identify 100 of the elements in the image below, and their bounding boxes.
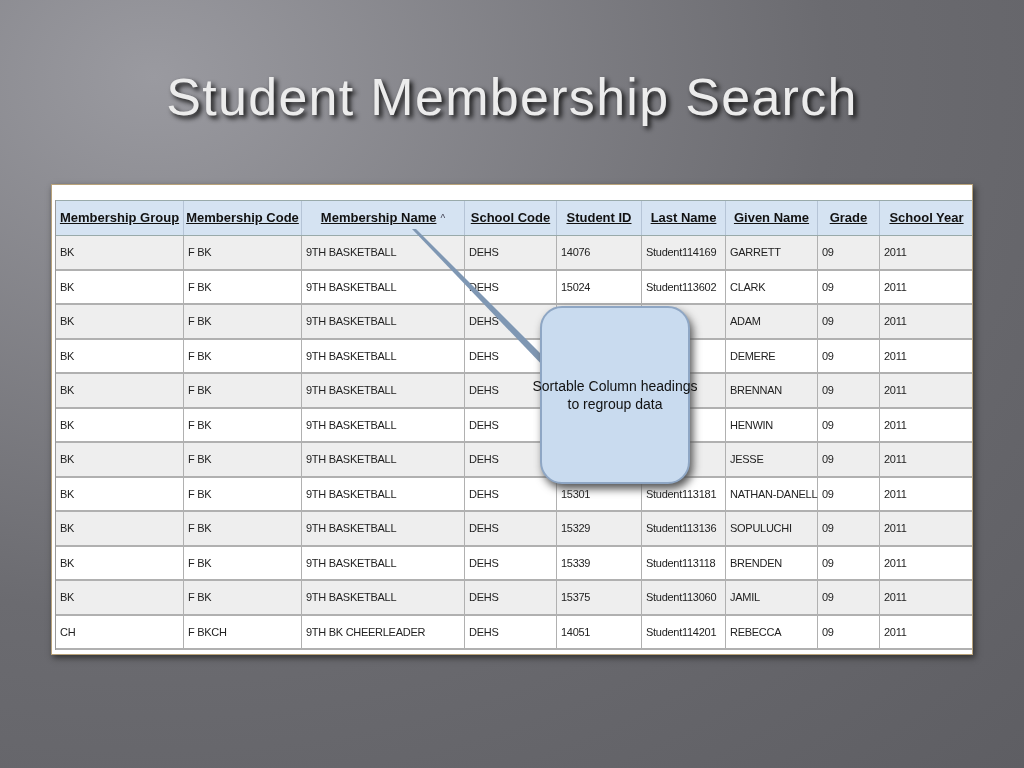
column-header-link[interactable]: Membership Code (186, 208, 299, 228)
table-cell-text: F BK (188, 555, 212, 571)
table-cell-text: BK (60, 452, 75, 467)
callout-text: to regroup data (567, 395, 663, 413)
table-cell-text: DEHS (469, 245, 499, 260)
table-cell-text: 09 (822, 279, 834, 295)
column-header-link[interactable]: Grade (829, 208, 868, 228)
table-cell-text: 9TH BASKETBALL (306, 452, 397, 467)
table-cell-text: DEHS (469, 521, 499, 536)
table-cell-text: 2011 (884, 486, 907, 502)
table-cell-text: BK (60, 555, 75, 571)
table-cell-text: BK (60, 417, 75, 433)
table-cell-text: HENWIN (730, 417, 773, 433)
column-header-link[interactable]: Last Name (650, 208, 717, 228)
table-cell-text: 09 (822, 624, 834, 640)
table-cell-text: 2011 (884, 452, 907, 467)
table-cell-text: 9TH BASKETBALL (306, 590, 397, 605)
table-cell-text: F BK (188, 417, 212, 433)
table-cell-text: F BKCH (188, 624, 227, 640)
table-cell-text: CH (60, 624, 76, 640)
table-cell-text: F BK (188, 452, 212, 467)
table-cell-text: 2011 (884, 314, 907, 329)
table-cell-text: DEHS (469, 590, 499, 605)
table-cell-text: Student113602 (646, 279, 717, 295)
column-header-link[interactable]: School Year (889, 208, 964, 228)
table-cell-text: BK (60, 279, 75, 295)
table-cell-text: 9TH BASKETBALL (306, 383, 397, 398)
table-cell-text: 9TH BASKETBALL (306, 417, 397, 433)
table-cell-text: CLARK (730, 279, 766, 295)
callout-text: Sortable Column headings (532, 377, 698, 395)
table-cell-text: 14076 (561, 245, 591, 260)
table-cell-text: Student113181 (646, 486, 717, 502)
table-cell-text: Student114201 (646, 624, 717, 640)
table-cell-text: 2011 (884, 590, 907, 605)
sort-indicator: ^ (440, 211, 446, 226)
table-cell-text: Student114169 (646, 245, 717, 260)
table-cell-text: 9TH BASKETBALL (306, 521, 397, 536)
table-cell-text: DEHS (469, 452, 499, 467)
table-cell-text: BK (60, 245, 75, 260)
table-cell-text: 9TH BASKETBALL (306, 245, 397, 260)
table-cell-text: 2011 (884, 624, 907, 640)
table-cell-text: 9TH BASKETBALL (306, 555, 397, 571)
table-cell-text: F BK (188, 521, 212, 536)
table-cell-text: Student113136 (646, 521, 717, 536)
table-cell-text: 09 (822, 383, 834, 398)
table-cell-text: DEMERE (730, 348, 776, 364)
table-cell-text: 09 (822, 314, 834, 329)
table-cell-text: 9TH BASKETBALL (306, 279, 397, 295)
table-cell-text: DEHS (469, 555, 499, 571)
table-cell-text: 15375 (561, 590, 591, 605)
table-cell-text: 2011 (884, 521, 907, 536)
table-cell-text: BK (60, 383, 75, 398)
column-header-link[interactable]: School Code (470, 208, 551, 228)
table-cell-text: DEHS (469, 486, 499, 502)
table-cell-text: ADAM (730, 314, 761, 329)
table-cell-text: DEHS (469, 348, 499, 364)
table-cell-text: 09 (822, 417, 834, 433)
table-cell-text: NATHAN-DANELL (730, 486, 818, 502)
table-cell-text: 9TH BASKETBALL (306, 348, 397, 364)
table-cell-text: 9TH BASKETBALL (306, 486, 397, 502)
table-cell-text: 09 (822, 348, 834, 364)
table-cell-text: 15024 (561, 279, 591, 295)
column-header-link[interactable]: Membership Group (59, 208, 180, 228)
column-header-link[interactable]: Given Name (733, 208, 810, 228)
table-cell-text: 09 (822, 245, 834, 260)
table-cell-text: JAMIL (730, 590, 760, 605)
table-cell-text: GARRETT (730, 245, 781, 260)
table-cell-text: 2011 (884, 279, 907, 295)
table-cell-text: F BK (188, 245, 212, 260)
table-cell-text: JESSE (730, 452, 764, 467)
table-cell-text: BK (60, 486, 75, 502)
table-cell-text: 09 (822, 555, 834, 571)
table-cell-text: BK (60, 590, 75, 605)
table-cell-text: F BK (188, 348, 212, 364)
table-cell-text: 2011 (884, 555, 907, 571)
table-cell-text: 14051 (561, 624, 591, 640)
table-cell-text: BK (60, 521, 75, 536)
table-cell-text: 09 (822, 521, 834, 536)
table-cell-text: Student113060 (646, 590, 717, 605)
table-cell-text: BK (60, 314, 75, 329)
table-cell-text: BRENDEN (730, 555, 782, 571)
table-cell-text: F BK (188, 314, 212, 329)
table-cell-text: 15339 (561, 555, 591, 571)
table-cell-text: F BK (188, 279, 212, 295)
table-cell-text: Student113118 (646, 555, 716, 571)
table-cell-text: 09 (822, 452, 834, 467)
table-cell-text: F BK (188, 486, 212, 502)
table-cell-text: BK (60, 348, 75, 364)
table-cell-text: F BK (188, 383, 212, 398)
table-cell-text: 9TH BASKETBALL (306, 314, 397, 329)
table-cell-text: 09 (822, 486, 834, 502)
table-cell-text: DEHS (469, 624, 499, 640)
table-cell-text: DEHS (469, 314, 499, 329)
table-cell-text: DEHS (469, 417, 499, 433)
table-cell-text: REBECCA (730, 624, 782, 640)
table-cell-text: F BK (188, 590, 212, 605)
table-cell-text: BRENNAN (730, 383, 782, 398)
column-header-link[interactable]: Student ID (566, 208, 632, 228)
column-header-link[interactable]: Membership Name (320, 208, 437, 228)
table-cell-text: 09 (822, 590, 834, 605)
